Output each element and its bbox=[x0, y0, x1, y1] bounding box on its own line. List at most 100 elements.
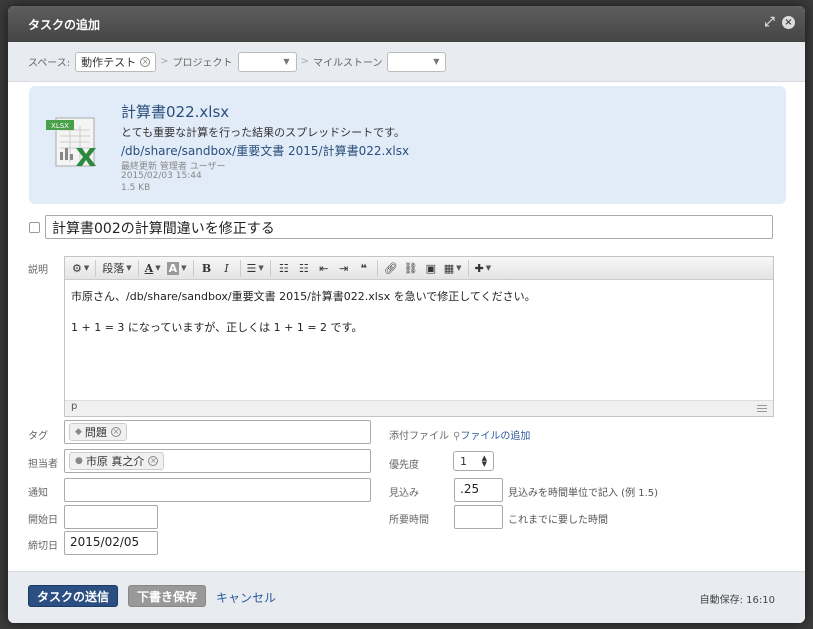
task-complete-checkbox[interactable] bbox=[29, 222, 40, 233]
indent-button[interactable]: ⇥ bbox=[334, 259, 354, 278]
insert-link-button[interactable]: 🔗︎ bbox=[381, 259, 401, 278]
location-bar: スペース: 動作テスト × > プロジェクト ▼ > マイルストーン ▼ bbox=[8, 42, 805, 82]
estimate-label: 見込み bbox=[389, 488, 419, 499]
estimate-input[interactable]: .25 bbox=[454, 478, 503, 502]
time-spent-input[interactable] bbox=[454, 505, 503, 529]
notify-label: 通知 bbox=[28, 488, 48, 499]
autosave-status: 自動保存: 16:10 bbox=[699, 595, 775, 606]
italic-button[interactable]: I bbox=[217, 259, 237, 278]
titlebar-icons: ⤢ × bbox=[763, 16, 795, 29]
xlsx-file-icon: XLSX bbox=[46, 117, 96, 167]
task-title-input[interactable]: 計算書002の計算間違いを修正する bbox=[45, 215, 773, 239]
project-select[interactable]: ▼ bbox=[237, 51, 297, 72]
remove-space-icon[interactable]: × bbox=[140, 56, 151, 67]
tag-label: タグ bbox=[28, 431, 48, 442]
file-size: 1.5 KB bbox=[121, 183, 151, 193]
settings-button[interactable]: ⚙ ▼ bbox=[69, 259, 92, 278]
attachment-label: 添付ファイル bbox=[389, 431, 449, 442]
close-icon[interactable]: × bbox=[782, 16, 795, 29]
unlink-icon: ⛓︎ bbox=[403, 261, 418, 275]
editor-line: 市原さん、/db/share/sandbox/重要文書 2015/計算書022.… bbox=[71, 290, 536, 303]
add-task-dialog: タスクの追加 ⤢ × スペース: 動作テスト × > プロジェクト ▼ > マイ… bbox=[8, 6, 805, 623]
submit-task-button[interactable]: タスクの送信 bbox=[28, 585, 119, 607]
numbered-list-button[interactable]: ☷ bbox=[294, 259, 314, 278]
insert-image-button[interactable]: ▣ bbox=[421, 259, 441, 278]
expand-icon[interactable]: ⤢ bbox=[763, 16, 776, 29]
editor-content[interactable]: 市原さん、/db/share/sandbox/重要文書 2015/計算書022.… bbox=[65, 280, 773, 400]
highlight-icon: A bbox=[166, 261, 180, 275]
file-updated-at: 2015/02/03 15:44 bbox=[121, 171, 202, 181]
space-value: 動作テスト bbox=[81, 55, 137, 69]
add-file-label: ファイルの追加 bbox=[460, 431, 531, 442]
blockquote-button[interactable]: ❝ bbox=[354, 259, 374, 278]
background-color-button[interactable]: A ▼ bbox=[164, 259, 190, 278]
indent-icon: ⇥ bbox=[339, 261, 349, 275]
chevron-down-icon: ▼ bbox=[283, 57, 290, 66]
text-color-icon: A bbox=[144, 261, 154, 275]
assignee-input[interactable]: ● 市原 真之介 × bbox=[64, 449, 371, 473]
paragraph-format-button[interactable]: 段落 ▼ bbox=[99, 259, 134, 278]
paragraph-label: 段落 bbox=[102, 262, 125, 275]
space-chip[interactable]: 動作テスト × bbox=[75, 51, 157, 72]
outdent-button[interactable]: ⇤ bbox=[314, 259, 334, 278]
outdent-icon: ⇤ bbox=[319, 261, 329, 275]
bold-button[interactable]: B bbox=[197, 259, 217, 278]
table-icon: ▦ bbox=[443, 261, 455, 275]
resize-handle-icon[interactable] bbox=[757, 405, 767, 412]
milestone-select[interactable]: ▼ bbox=[387, 51, 447, 72]
space-label: スペース: bbox=[28, 58, 71, 69]
crumb-separator: > bbox=[300, 56, 309, 67]
dialog-footer: タスクの送信 下書き保存 キャンセル 自動保存: 16:10 bbox=[8, 571, 805, 623]
assignee-label: 担当者 bbox=[28, 459, 58, 470]
element-path: p bbox=[71, 401, 78, 412]
assignee-pill: ● 市原 真之介 × bbox=[69, 452, 165, 470]
italic-icon: I bbox=[224, 261, 229, 275]
puzzle-icon: ✚ bbox=[474, 261, 484, 275]
cancel-link[interactable]: キャンセル bbox=[216, 589, 276, 606]
unlink-button[interactable]: ⛓︎ bbox=[401, 259, 421, 278]
stepper-icon: ▲ ▼ bbox=[481, 454, 487, 468]
text-color-button[interactable]: A ▼ bbox=[142, 259, 164, 278]
add-file-link[interactable]: ⚲ファイルの追加 bbox=[453, 427, 530, 442]
editor-toolbar: ⚙ ▼ 段落 ▼ A ▼ A ▼ B I ☰ ▼ ☷ ☷ ⇤ ⇥ ❝ 🔗︎ ⛓︎ ▣ ▦ ▼… bbox=[65, 257, 773, 280]
file-path-link[interactable]: /db/share/sandbox/重要文書 2015/計算書022.xlsx bbox=[121, 142, 409, 159]
align-button[interactable]: ☰ ▼ bbox=[244, 259, 267, 278]
chevron-down-icon: ▼ bbox=[433, 57, 440, 66]
dialog-titlebar: タスクの追加 ⤢ × bbox=[8, 6, 805, 42]
editor-line: 1 + 1 = 3 になっていますが、正しくは 1 + 1 = 2 です。 bbox=[71, 321, 363, 334]
remove-assignee-icon[interactable]: × bbox=[148, 456, 159, 466]
start-date-input[interactable] bbox=[64, 505, 158, 529]
bullet-list-button[interactable]: ☷ bbox=[274, 259, 294, 278]
save-draft-button[interactable]: 下書き保存 bbox=[128, 585, 207, 607]
crumb-separator: > bbox=[160, 56, 169, 67]
bold-icon: B bbox=[201, 261, 212, 275]
remove-tag-icon[interactable]: × bbox=[110, 427, 121, 437]
priority-select[interactable]: 1 ▲ ▼ bbox=[453, 451, 494, 471]
description-editor: ⚙ ▼ 段落 ▼ A ▼ A ▼ B I ☰ ▼ ☷ ☷ ⇤ ⇥ ❝ 🔗︎ ⛓︎ ▣ ▦ ▼… bbox=[64, 256, 774, 417]
xlsx-badge-label: XLSX bbox=[51, 122, 69, 130]
description-label: 説明 bbox=[28, 265, 48, 276]
estimate-hint: 見込みを時間単位で記入 (例 1.5) bbox=[508, 488, 659, 499]
time-spent-label: 所要時間 bbox=[389, 515, 429, 526]
attached-file-card: XLSX 計算書022.xlsx とても重要な計算を行った結果のスプレッドシート… bbox=[29, 86, 786, 204]
dialog-title: タスクの追加 bbox=[28, 17, 101, 32]
insert-table-button[interactable]: ▦ ▼ bbox=[441, 259, 465, 278]
file-description: とても重要な計算を行った結果のスプレッドシートです。 bbox=[121, 126, 406, 139]
due-date-input[interactable]: 2015/02/05 bbox=[64, 531, 158, 555]
notify-input[interactable] bbox=[64, 478, 371, 502]
quote-icon: ❝ bbox=[360, 261, 367, 275]
due-date-label: 締切日 bbox=[28, 541, 58, 552]
priority-label: 優先度 bbox=[389, 460, 419, 471]
tag-input[interactable]: ◆ 問題 × bbox=[64, 420, 371, 444]
file-name-link[interactable]: 計算書022.xlsx bbox=[121, 101, 229, 122]
tag-value: 問題 bbox=[84, 426, 107, 439]
align-left-icon: ☰ bbox=[246, 261, 257, 275]
plugins-button[interactable]: ✚ ▼ bbox=[472, 259, 495, 278]
milestone-label: マイルストーン bbox=[312, 58, 383, 69]
user-icon: ● bbox=[75, 456, 83, 466]
priority-value: 1 bbox=[460, 454, 467, 468]
project-label: プロジェクト bbox=[172, 58, 233, 69]
link-icon: 🔗︎ bbox=[383, 261, 398, 275]
time-spent-hint: これまでに要した時間 bbox=[508, 515, 608, 526]
numbered-list-icon: ☷ bbox=[298, 261, 309, 275]
